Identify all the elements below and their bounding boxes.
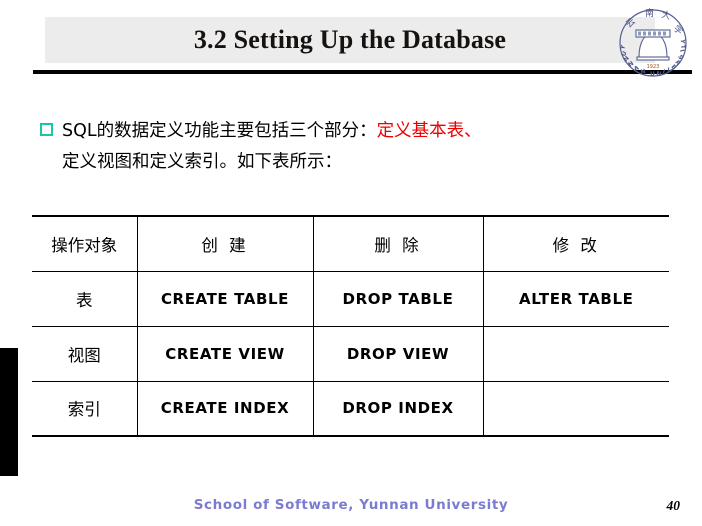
row-label-index: 索引 bbox=[32, 381, 137, 437]
table-header-cell-create: 创 建 bbox=[136, 215, 313, 272]
bullet-text-highlight: 定义基本表、 bbox=[376, 121, 482, 141]
title-underline-rule bbox=[33, 70, 692, 74]
table-row: 视图 CREATE VIEW DROP VIEW bbox=[32, 326, 669, 382]
table-header-cell-alter: 修 改 bbox=[482, 215, 669, 272]
slide-canvas: 3.2 Setting Up the Database 云 南 大 学 1923… bbox=[0, 0, 702, 526]
bullet-text-plain: SQL的数据定义功能主要包括三个部分： bbox=[62, 121, 377, 141]
cell-create-view: CREATE VIEW bbox=[136, 326, 313, 382]
svg-text:U: U bbox=[650, 71, 655, 78]
square-bullet-icon bbox=[40, 123, 53, 136]
bullet-text-line-1: SQL的数据定义功能主要包括三个部分：定义基本表、 bbox=[62, 116, 660, 147]
svg-text:大: 大 bbox=[660, 8, 672, 22]
cell-create-index: CREATE INDEX bbox=[136, 381, 313, 437]
svg-text:云: 云 bbox=[624, 17, 637, 30]
page-title: 3.2 Setting Up the Database bbox=[193, 25, 507, 54]
footer-institution-label: School of Software, Yunnan University bbox=[193, 497, 509, 513]
bullet-text-line-2: 定义视图和定义索引。如下表所示： bbox=[62, 152, 342, 172]
svg-text:N: N bbox=[640, 68, 646, 76]
cell-drop-index: DROP INDEX bbox=[312, 381, 483, 437]
yunnan-university-logo-icon: 云 南 大 学 1923 Y U N N A N U N I V E R S I… bbox=[612, 2, 694, 82]
table-row: 表 CREATE TABLE DROP TABLE ALTER TABLE bbox=[32, 271, 669, 327]
bullet-paragraph: SQL的数据定义功能主要包括三个部分：定义基本表、 定义视图和定义索引。如下表所… bbox=[40, 116, 660, 178]
row-label-table: 表 bbox=[32, 271, 137, 327]
row-label-view: 视图 bbox=[32, 326, 137, 382]
page-number: 40 bbox=[666, 498, 681, 513]
table-header-cell-object: 操作对象 bbox=[32, 215, 137, 272]
cell-drop-view: DROP VIEW bbox=[312, 326, 483, 382]
cell-create-table: CREATE TABLE bbox=[136, 271, 313, 327]
left-edge-decoration-bar bbox=[0, 348, 18, 476]
bullet-line-1: SQL的数据定义功能主要包括三个部分：定义基本表、 bbox=[40, 116, 660, 147]
svg-text:1923: 1923 bbox=[647, 64, 660, 70]
cell-alter-index-empty bbox=[482, 381, 669, 437]
svg-text:学: 学 bbox=[671, 22, 686, 37]
table-row: 索引 CREATE INDEX DROP INDEX bbox=[32, 381, 669, 437]
table-header-row: 操作对象 创 建 删 除 修 改 bbox=[32, 215, 669, 272]
sql-ddl-statements-table: 操作对象 创 建 删 除 修 改 表 CREATE TABLE DROP TAB… bbox=[32, 215, 669, 437]
svg-text:Y: Y bbox=[679, 38, 686, 44]
cell-drop-table: DROP TABLE bbox=[312, 271, 483, 327]
table-header-cell-drop: 删 除 bbox=[312, 215, 483, 272]
svg-text:Y: Y bbox=[619, 44, 628, 52]
cell-alter-view-empty bbox=[482, 326, 669, 382]
svg-text:南: 南 bbox=[645, 7, 654, 19]
cell-alter-table: ALTER TABLE bbox=[482, 271, 669, 327]
